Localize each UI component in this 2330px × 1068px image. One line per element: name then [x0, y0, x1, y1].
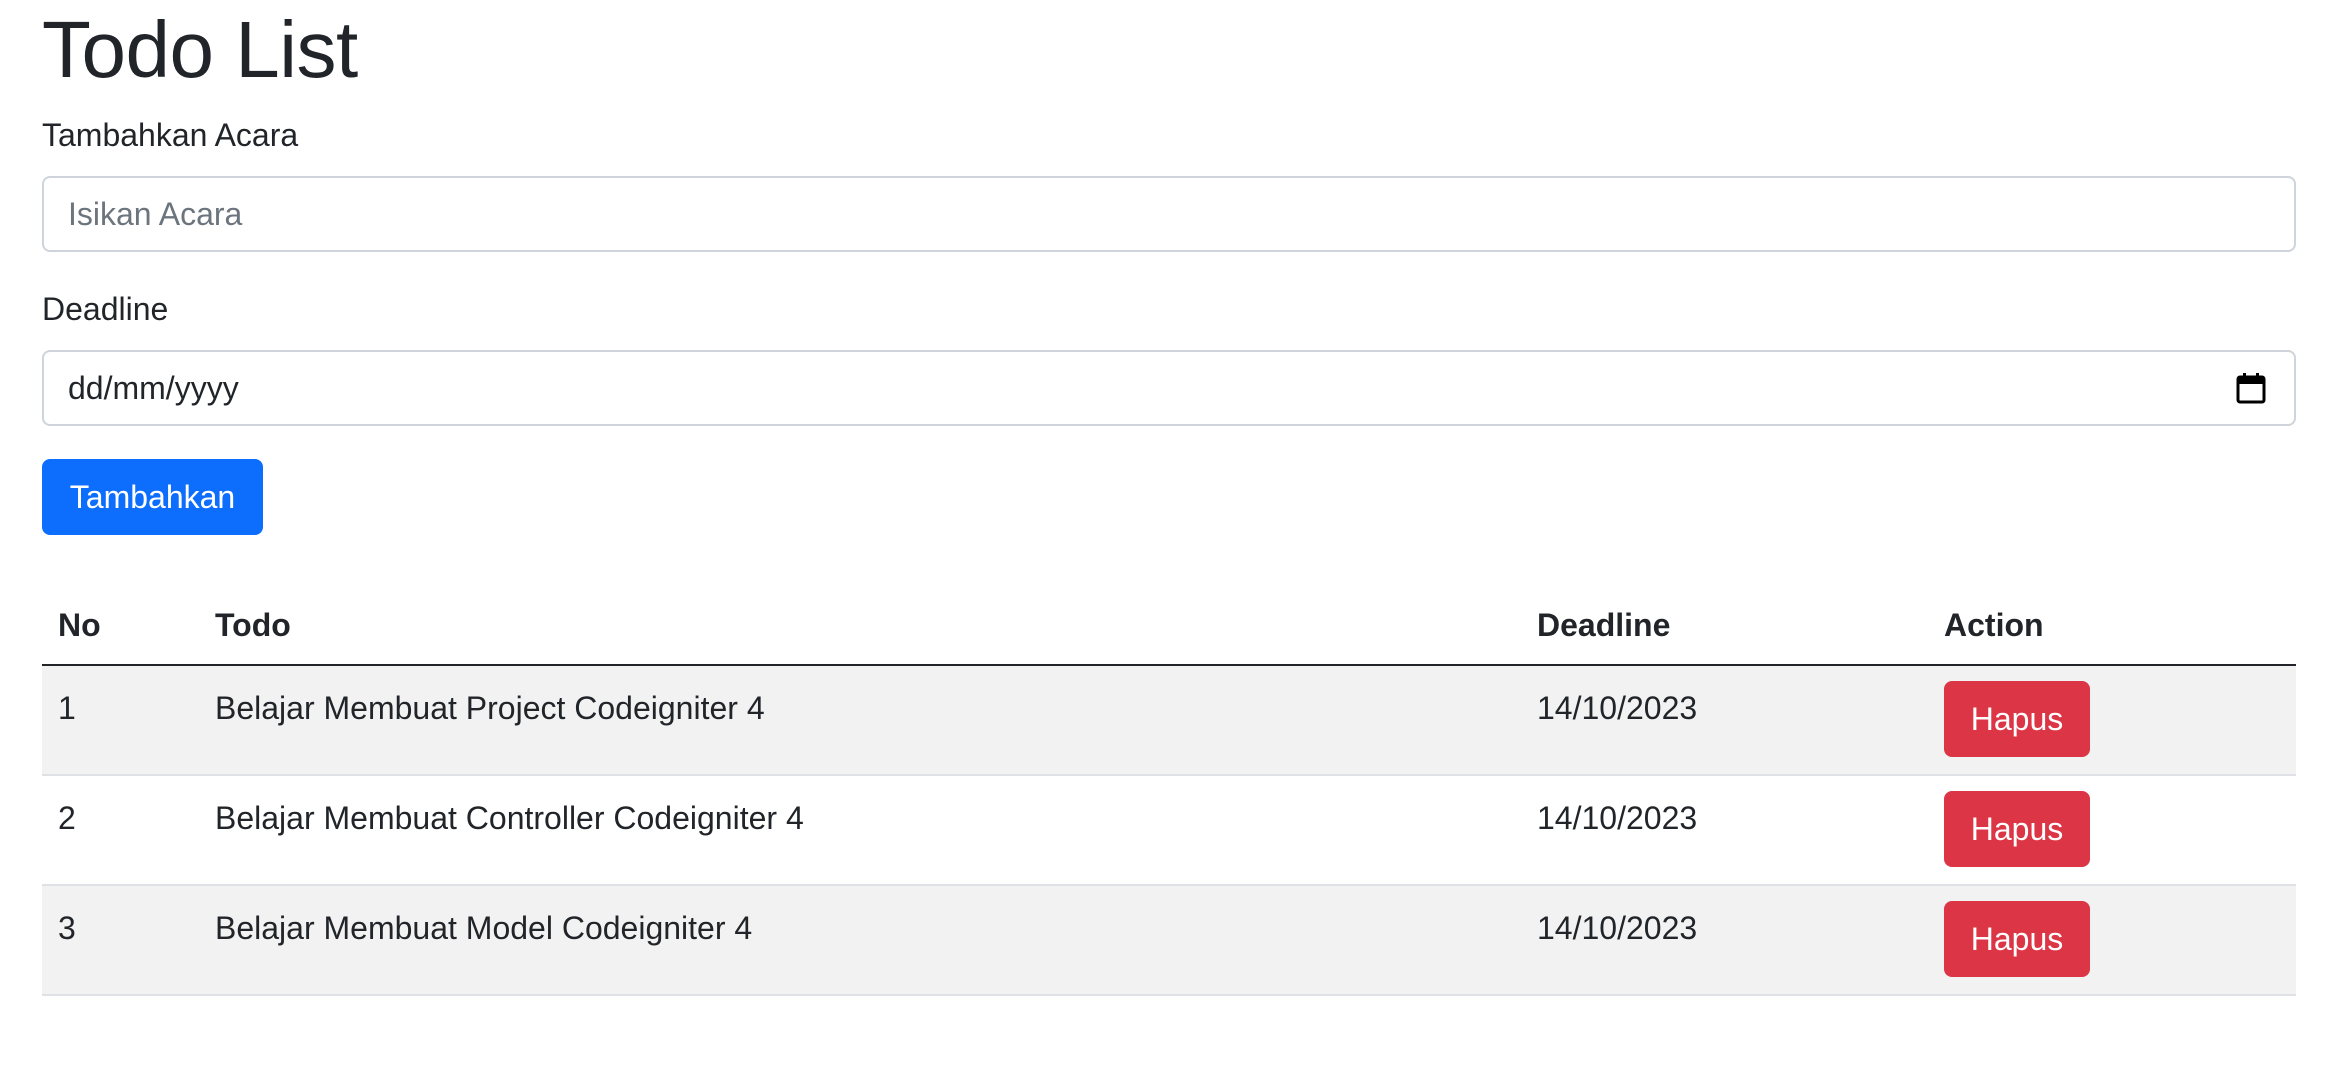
- row-todo: Belajar Membuat Controller Codeigniter 4: [215, 800, 804, 836]
- delete-button[interactable]: Hapus: [1944, 791, 2090, 867]
- row-no-cell: 1: [42, 665, 199, 776]
- row-no: 1: [58, 690, 76, 726]
- header-no: No: [42, 586, 199, 666]
- event-input[interactable]: [42, 176, 2296, 252]
- table-row: 3 Belajar Membuat Model Codeigniter 4 14…: [42, 885, 2296, 996]
- deadline-date-input[interactable]: dd/mm/yyyy: [42, 350, 2296, 426]
- header-deadline: Deadline: [1521, 586, 1928, 666]
- row-todo-cell: Belajar Membuat Controller Codeigniter 4: [199, 775, 1521, 886]
- delete-button[interactable]: Hapus: [1944, 901, 2090, 977]
- row-deadline: 14/10/2023: [1537, 690, 1698, 726]
- add-button[interactable]: Tambahkan: [42, 459, 263, 535]
- todo-table: No Todo Deadline Action 1 Belajar Membua…: [42, 586, 2296, 996]
- row-deadline-cell: 14/10/2023: [1521, 885, 1928, 996]
- row-deadline-cell: 14/10/2023: [1521, 665, 1928, 776]
- row-deadline: 14/10/2023: [1537, 800, 1698, 836]
- row-deadline-cell: 14/10/2023: [1521, 775, 1928, 886]
- event-label: Tambahkan Acara: [42, 117, 299, 153]
- deadline-label: Deadline: [42, 291, 169, 327]
- row-no: 3: [58, 910, 76, 946]
- row-no-cell: 3: [42, 885, 199, 996]
- header-action: Action: [1928, 586, 2296, 666]
- page-title: Todo List: [42, 5, 358, 94]
- deadline-date-placeholder: dd/mm/yyyy: [68, 370, 239, 406]
- row-todo-cell: Belajar Membuat Project Codeigniter 4: [199, 665, 1521, 776]
- delete-button[interactable]: Hapus: [1944, 681, 2090, 757]
- table-row: 1 Belajar Membuat Project Codeigniter 4 …: [42, 665, 2296, 776]
- header-todo: Todo: [199, 586, 1521, 666]
- row-todo-cell: Belajar Membuat Model Codeigniter 4: [199, 885, 1521, 996]
- row-action-cell: Hapus: [1928, 775, 2296, 886]
- row-action-cell: Hapus: [1928, 665, 2296, 776]
- table-header-row: No Todo Deadline Action: [42, 586, 2296, 666]
- row-no-cell: 2: [42, 775, 199, 886]
- row-no: 2: [58, 800, 76, 836]
- row-todo: Belajar Membuat Model Codeigniter 4: [215, 910, 753, 946]
- row-deadline: 14/10/2023: [1537, 910, 1698, 946]
- calendar-icon[interactable]: [2236, 372, 2266, 404]
- row-todo: Belajar Membuat Project Codeigniter 4: [215, 690, 765, 726]
- row-action-cell: Hapus: [1928, 885, 2296, 996]
- table-row: 2 Belajar Membuat Controller Codeigniter…: [42, 775, 2296, 886]
